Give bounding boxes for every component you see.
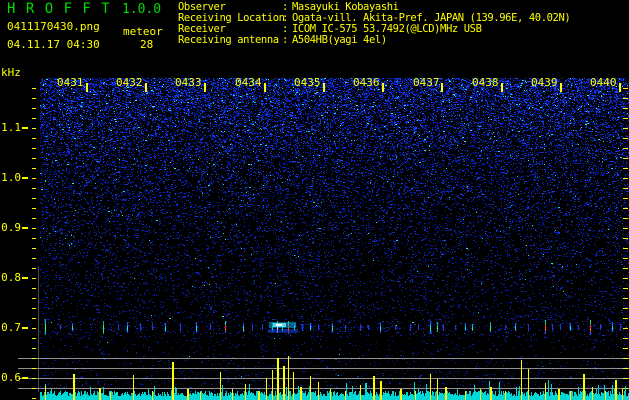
time-label-0436: 0436 bbox=[353, 76, 380, 89]
time-label-0440: 0440 bbox=[590, 76, 617, 89]
info-label: Observer bbox=[178, 1, 226, 13]
freq-label-0-9: 0.9 bbox=[1, 221, 21, 234]
filename: 0411170430.png bbox=[7, 20, 100, 33]
echo-count: 28 bbox=[140, 38, 154, 51]
info-separator: : bbox=[282, 12, 288, 24]
app-title: H R O F F T bbox=[7, 1, 111, 17]
info-value: Masayuki Kobayashi bbox=[292, 1, 399, 13]
time-label-0438: 0438 bbox=[472, 76, 499, 89]
info-label: Receiver bbox=[178, 23, 226, 35]
app-version: 1.0.0 bbox=[122, 2, 162, 17]
info-row: Receiving Location: Ogata-vill. Akita-Pre… bbox=[178, 12, 571, 24]
freq-label-1-1: 1.1 bbox=[1, 121, 21, 134]
time-label-0437: 0437 bbox=[413, 76, 440, 89]
hrofft-output: H R O F F T 1.0.0 0411170430.png meteor … bbox=[0, 0, 629, 400]
info-value: ICOM IC-575 53.7492(@LCD)MHz USB bbox=[292, 23, 482, 35]
time-label-0432: 0432 bbox=[116, 76, 143, 89]
time-label-0433: 0433 bbox=[175, 76, 202, 89]
freq-label-0-6: 0.6 bbox=[1, 371, 21, 384]
spectrogram-canvas bbox=[0, 0, 629, 400]
info-separator: : bbox=[282, 1, 288, 13]
info-row: Receiver: ICOM IC-575 53.7492(@LCD)MHz US… bbox=[178, 24, 482, 35]
time-label-0434: 0434 bbox=[235, 76, 262, 89]
info-label: Receiving Location bbox=[178, 12, 285, 24]
info-row: Observer: Masayuki Kobayashi bbox=[178, 2, 399, 13]
timestamp: 04.11.17 04:30 bbox=[7, 38, 100, 51]
time-label-0439: 0439 bbox=[531, 76, 558, 89]
info-value: Ogata-vill. Akita-Pref. JAPAN (139.96E, … bbox=[292, 12, 571, 24]
info-value: A504HB(yagi 4el) bbox=[292, 34, 387, 46]
freq-label-0-7: 0.7 bbox=[1, 321, 21, 334]
info-row: Receiving antenna: A504HB(yagi 4el) bbox=[178, 35, 387, 46]
mode-label: meteor bbox=[123, 25, 163, 38]
time-label-0431: 0431 bbox=[57, 76, 84, 89]
freq-label-1-0: 1.0 bbox=[1, 171, 21, 184]
freq-axis-unit: kHz bbox=[1, 66, 21, 79]
freq-label-0-8: 0.8 bbox=[1, 271, 21, 284]
info-separator: : bbox=[282, 34, 288, 46]
info-label: Receiving antenna bbox=[178, 34, 279, 46]
time-label-0435: 0435 bbox=[294, 76, 321, 89]
info-separator: : bbox=[282, 23, 288, 35]
